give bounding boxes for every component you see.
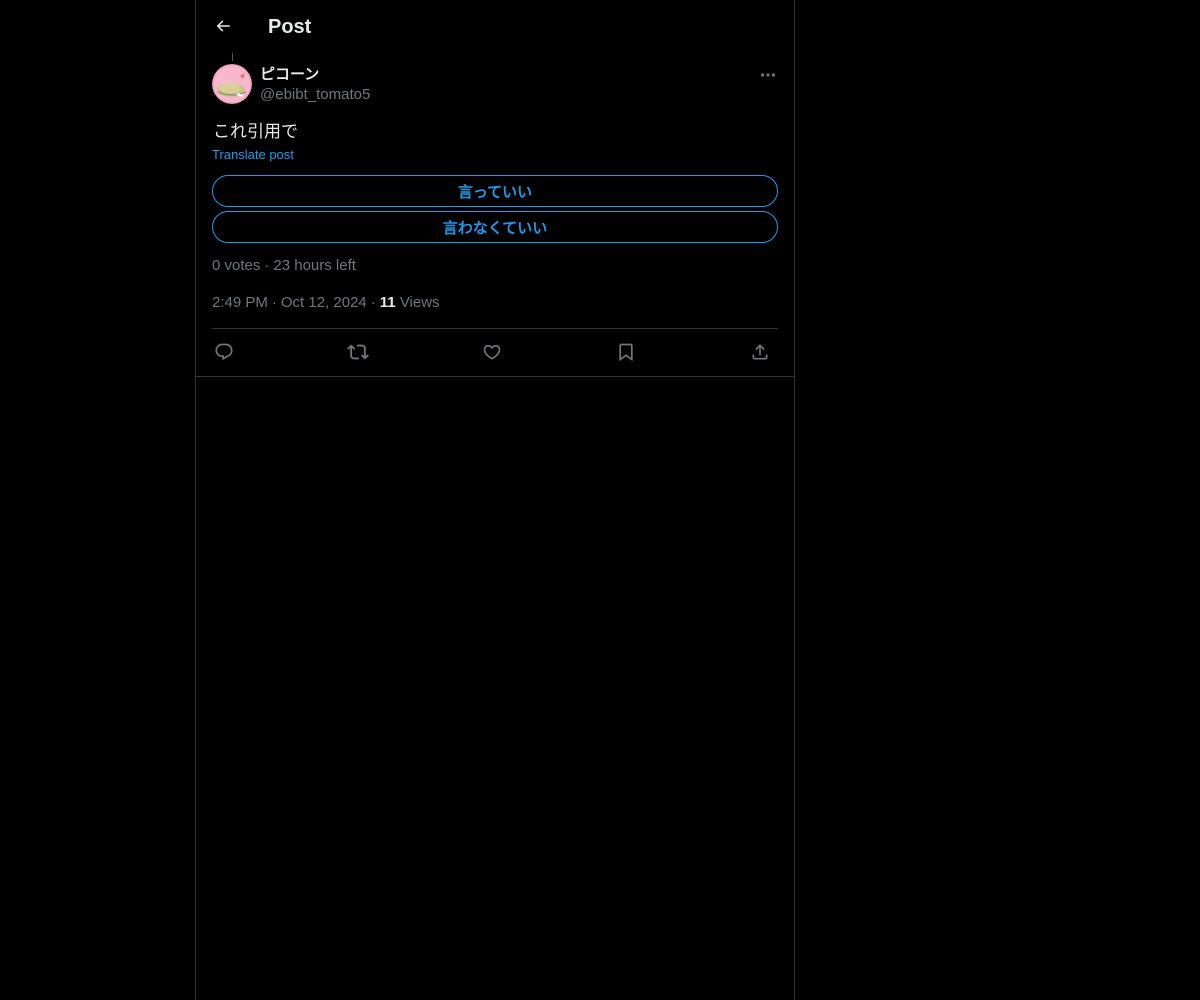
page-title: Post: [268, 16, 312, 38]
post-bottom-border: [196, 376, 794, 377]
post-date[interactable]: Oct 12, 2024: [281, 294, 367, 311]
translate-post-link[interactable]: Translate post: [212, 146, 294, 164]
poll-meta: 0 votes · 23 hours left: [212, 256, 356, 276]
bookmark-icon: [616, 342, 636, 362]
back-button[interactable]: [208, 11, 238, 41]
repost-button[interactable]: [346, 340, 370, 364]
poll-time-left: 23 hours left: [273, 257, 356, 274]
views-count: 11: [379, 294, 396, 311]
page-header: Post: [196, 0, 794, 53]
post-time[interactable]: 2:49 PM: [212, 294, 268, 311]
separator-dot: ·: [271, 294, 277, 311]
separator-dot: ·: [370, 294, 376, 311]
thread-connector: [232, 53, 233, 61]
post-timestamp: 2:49 PM · Oct 12, 2024 · 11 Views: [212, 293, 440, 313]
author-display-name[interactable]: ピコーン: [260, 65, 319, 85]
arrow-left-icon: [214, 17, 232, 35]
poll-option-label: 言っていい: [457, 183, 533, 201]
reply-button[interactable]: [212, 340, 236, 364]
avatar[interactable]: [212, 64, 252, 104]
post-column: Post ピコーン @ebibt_tomato5 これ引用で Translate…: [195, 0, 795, 1000]
post-text: これ引用で: [213, 122, 298, 141]
share-icon: [750, 342, 770, 362]
views-label: Views: [399, 294, 440, 311]
more-horizontal-icon: [760, 73, 776, 77]
author-handle[interactable]: @ebibt_tomato5: [260, 85, 370, 105]
reply-icon: [214, 342, 234, 362]
poll-option-2[interactable]: 言わなくていい: [212, 211, 778, 243]
share-button[interactable]: [748, 340, 772, 364]
bookmark-button[interactable]: [614, 340, 638, 364]
poll-option-label: 言わなくていい: [442, 219, 548, 237]
poll-votes: 0 votes: [212, 257, 261, 274]
more-options-button[interactable]: [754, 64, 782, 86]
action-bar: [212, 329, 778, 376]
heart-icon: [482, 342, 502, 362]
like-button[interactable]: [480, 340, 504, 364]
separator-dot: ·: [264, 257, 270, 274]
repost-icon: [347, 341, 369, 363]
poll-option-1[interactable]: 言っていい: [212, 175, 778, 207]
